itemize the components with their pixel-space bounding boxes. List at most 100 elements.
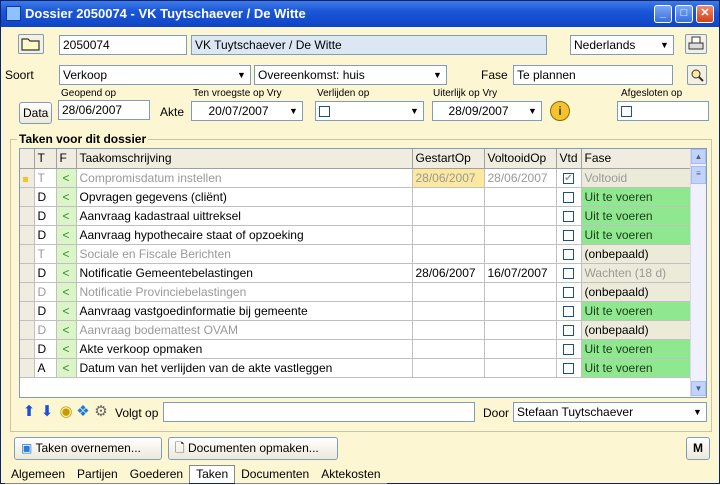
cell-vtd[interactable] bbox=[556, 225, 582, 245]
column-header-taakomschrijving[interactable]: Taakomschrijving bbox=[76, 149, 413, 169]
cell-f[interactable]: < bbox=[56, 301, 77, 321]
table-row[interactable]: D < Notificatie Provinciebelastingen (onbep… bbox=[20, 282, 694, 302]
tasks-grid[interactable]: T F Taakomschrijving GestartOp VoltooidO… bbox=[19, 148, 707, 398]
move-down-icon[interactable]: ⬇ bbox=[39, 403, 55, 421]
vtd-checkbox[interactable] bbox=[563, 210, 574, 222]
cell-started[interactable] bbox=[412, 301, 485, 321]
cell-fase[interactable]: Uit te voeren bbox=[581, 206, 694, 226]
cell-fase[interactable]: (onbepaald) bbox=[581, 320, 694, 340]
print-button[interactable] bbox=[685, 34, 707, 54]
table-row[interactable]: D < Notificatie Gemeentebelastingen 28/06/2… bbox=[20, 263, 694, 283]
afgesloten-field[interactable] bbox=[617, 101, 709, 121]
cell-t[interactable]: D bbox=[34, 263, 57, 283]
cell-fase[interactable]: (onbepaald) bbox=[581, 282, 694, 302]
chevron-down-icon[interactable]: ▼ bbox=[233, 66, 250, 84]
row-indicator[interactable] bbox=[20, 282, 35, 302]
cell-f[interactable]: < bbox=[56, 168, 77, 188]
chevron-down-icon[interactable]: ▼ bbox=[524, 102, 541, 120]
cell-description[interactable]: Aanvraag vastgoedinformatie bij gemeente bbox=[76, 301, 413, 321]
cell-t[interactable]: D bbox=[34, 320, 57, 340]
cell-vtd[interactable] bbox=[556, 187, 582, 207]
cell-fase[interactable]: Uit te voeren bbox=[581, 187, 694, 207]
info-icon[interactable]: ◉ bbox=[58, 403, 74, 421]
column-header-fase[interactable]: Fase bbox=[581, 149, 694, 169]
vtd-checkbox[interactable] bbox=[563, 248, 574, 260]
cell-done[interactable] bbox=[484, 187, 557, 207]
cell-t[interactable]: D bbox=[34, 282, 57, 302]
vtd-checkbox[interactable] bbox=[563, 191, 574, 203]
cell-f[interactable]: < bbox=[56, 244, 77, 264]
cell-vtd[interactable] bbox=[556, 206, 582, 226]
cell-fase[interactable]: Uit te voeren bbox=[581, 358, 694, 378]
cell-f[interactable]: < bbox=[56, 206, 77, 226]
cell-f[interactable]: < bbox=[56, 358, 77, 378]
cell-description[interactable]: Aanvraag hypothecaire staat of opzoeking bbox=[76, 225, 413, 245]
cell-description[interactable]: Notificatie Gemeentebelastingen bbox=[76, 263, 413, 283]
cell-fase[interactable]: Uit te voeren bbox=[581, 225, 694, 245]
column-header-gestartop[interactable]: GestartOp bbox=[412, 149, 485, 169]
cell-f[interactable]: < bbox=[56, 339, 77, 359]
language-select[interactable]: Nederlands ▼ bbox=[570, 35, 674, 55]
cell-started[interactable] bbox=[412, 282, 485, 302]
cell-description[interactable]: Opvragen gegevens (cliënt) bbox=[76, 187, 413, 207]
cell-description[interactable]: Akte verkoop opmaken bbox=[76, 339, 413, 359]
cell-done[interactable] bbox=[484, 244, 557, 264]
tab-goederen[interactable]: Goederen bbox=[123, 466, 190, 484]
m-button[interactable]: M bbox=[686, 437, 710, 460]
cell-done[interactable] bbox=[484, 339, 557, 359]
cell-t[interactable]: D bbox=[34, 206, 57, 226]
scroll-thumb[interactable]: ≡ bbox=[691, 166, 706, 184]
cell-description[interactable]: Compromisdatum instellen bbox=[76, 168, 413, 188]
cell-done[interactable] bbox=[484, 358, 557, 378]
vtd-checkbox[interactable] bbox=[563, 362, 574, 374]
table-row[interactable]: D < Aanvraag hypothecaire staat of opzoeki… bbox=[20, 225, 694, 245]
chevron-down-icon[interactable]: ▼ bbox=[406, 102, 423, 120]
maximize-button[interactable]: □ bbox=[675, 5, 693, 23]
verlijden-field[interactable]: ▼ bbox=[315, 101, 424, 121]
dossier-name-field[interactable]: VK Tuytschaever / De Witte bbox=[191, 35, 547, 55]
cell-fase[interactable]: Uit te voeren bbox=[581, 339, 694, 359]
scroll-down-icon[interactable]: ▼ bbox=[691, 381, 706, 396]
geopend-field[interactable]: 28/06/2007 bbox=[58, 100, 150, 120]
row-indicator[interactable] bbox=[20, 358, 35, 378]
cell-fase[interactable]: (onbepaald) bbox=[581, 244, 694, 264]
table-row[interactable]: T < Sociale en Fiscale Berichten (onbepaald… bbox=[20, 244, 694, 264]
cell-t[interactable]: D bbox=[34, 225, 57, 245]
cell-done[interactable] bbox=[484, 301, 557, 321]
row-indicator[interactable] bbox=[20, 168, 35, 188]
soort-select[interactable]: Verkoop ▼ bbox=[59, 65, 251, 85]
table-row[interactable]: D < Aanvraag vastgoedinformatie bij gemeen… bbox=[20, 301, 694, 321]
cell-done[interactable]: 28/06/2007 bbox=[484, 168, 557, 188]
cell-f[interactable]: < bbox=[56, 187, 77, 207]
cell-t[interactable]: D bbox=[34, 301, 57, 321]
cell-t[interactable]: T bbox=[34, 168, 57, 188]
column-header-vtd[interactable]: Vtd bbox=[556, 149, 582, 169]
cell-vtd[interactable] bbox=[556, 339, 582, 359]
tab-taken[interactable]: Taken bbox=[189, 465, 236, 483]
chevron-down-icon[interactable]: ▼ bbox=[689, 403, 706, 421]
cell-vtd[interactable] bbox=[556, 282, 582, 302]
cell-f[interactable]: < bbox=[56, 282, 77, 302]
row-indicator[interactable] bbox=[20, 187, 35, 207]
row-indicator[interactable] bbox=[20, 206, 35, 226]
tab-aktekosten[interactable]: Aktekosten bbox=[315, 466, 387, 484]
cell-f[interactable]: < bbox=[56, 320, 77, 340]
cell-started[interactable] bbox=[412, 206, 485, 226]
volgt-op-field[interactable] bbox=[163, 402, 475, 422]
info-icon[interactable]: i bbox=[550, 101, 570, 121]
cell-description[interactable]: Notificatie Provinciebelastingen bbox=[76, 282, 413, 302]
verlijden-checkbox[interactable] bbox=[319, 106, 330, 118]
vtd-checkbox[interactable] bbox=[563, 286, 574, 298]
cell-fase[interactable]: Wachten (18 d) bbox=[581, 263, 694, 283]
tab-documenten[interactable]: Documenten bbox=[235, 466, 316, 484]
row-indicator[interactable] bbox=[20, 301, 35, 321]
vtd-checkbox[interactable] bbox=[563, 229, 574, 241]
scroll-up-icon[interactable]: ▲ bbox=[691, 149, 706, 164]
cell-t[interactable]: D bbox=[34, 187, 57, 207]
cell-started[interactable] bbox=[412, 358, 485, 378]
cell-description[interactable]: Sociale en Fiscale Berichten bbox=[76, 244, 413, 264]
column-header-f[interactable]: F bbox=[56, 149, 77, 169]
cell-done[interactable] bbox=[484, 282, 557, 302]
table-row[interactable]: D < Opvragen gegevens (cliënt) Uit te voere… bbox=[20, 187, 694, 207]
cell-fase[interactable]: Uit te voeren bbox=[581, 301, 694, 321]
